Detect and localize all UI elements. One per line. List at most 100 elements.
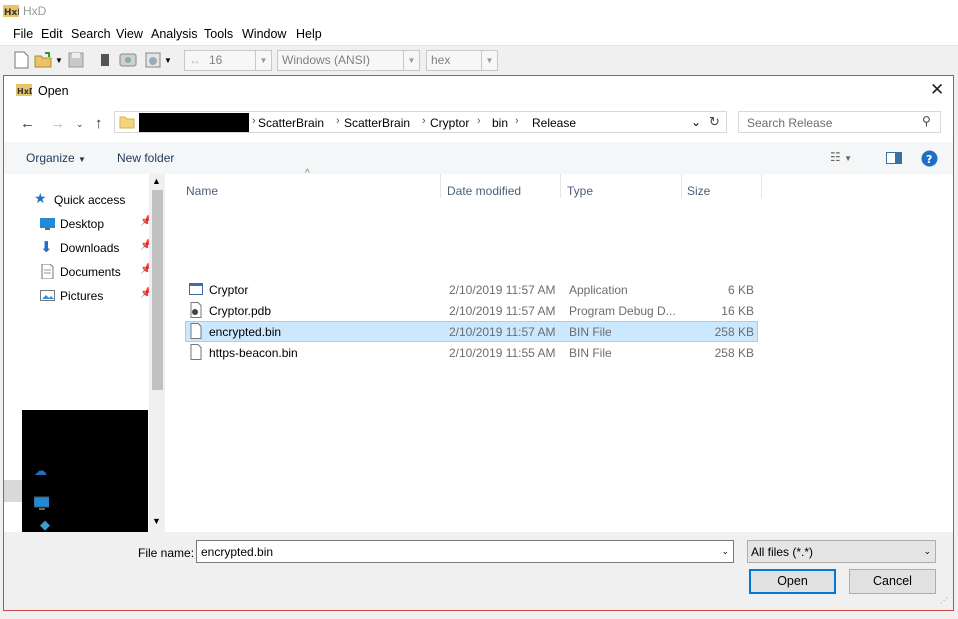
offset-base-select[interactable]: hex ▼: [426, 50, 498, 71]
pictures-icon: [40, 290, 55, 301]
open-button[interactable]: Open: [749, 569, 836, 594]
organize-button[interactable]: Organize ▼: [26, 151, 86, 165]
breadcrumb-item[interactable]: ScatterBrain: [258, 116, 324, 130]
app-title: HxD: [23, 4, 47, 18]
column-date[interactable]: Date modified: [447, 184, 521, 198]
recent-chevron-icon[interactable]: ⌄: [76, 119, 84, 130]
memory-dropdown-icon[interactable]: ▼: [164, 56, 172, 65]
search-placeholder: Search Release: [747, 116, 833, 130]
bytes-per-row-select[interactable]: ↔ 16 ▼: [184, 50, 272, 71]
back-icon[interactable]: ←: [20, 115, 35, 132]
menu-window[interactable]: Window: [242, 27, 286, 41]
toolbar: ▼ ▼ ↔ 16 ▼ Windows (ANSI) ▼ hex ▼: [0, 46, 958, 74]
breadcrumb-item[interactable]: ScatterBrain: [344, 116, 410, 130]
svg-text:HxD: HxD: [4, 8, 19, 18]
column-size[interactable]: Size: [687, 184, 710, 198]
file-date: 2/10/2019 11:57 AM: [449, 325, 556, 339]
search-input[interactable]: Search Release ⚲: [738, 111, 941, 133]
application-icon: [189, 283, 203, 295]
file-name: Cryptor: [209, 283, 249, 297]
file-type: BIN File: [569, 346, 612, 360]
chevron-down-icon: ▼: [78, 155, 86, 164]
bytes-per-row-value: 16: [209, 53, 223, 67]
column-separator[interactable]: [440, 174, 441, 198]
open-memory-icon[interactable]: [143, 50, 163, 70]
star-icon: ★: [34, 190, 47, 206]
column-type[interactable]: Type: [567, 184, 593, 198]
address-dropdown-icon[interactable]: ⌄: [691, 115, 701, 129]
organize-label: Organize: [26, 151, 75, 165]
new-folder-button[interactable]: New folder: [117, 151, 174, 165]
file-type: Application: [569, 283, 628, 297]
open-dropdown-icon[interactable]: ▼: [55, 56, 63, 65]
file-type: Program Debug D...: [569, 304, 676, 318]
desktop-icon: [40, 218, 55, 230]
breadcrumb-item-current[interactable]: Release: [532, 116, 576, 130]
preview-pane-icon[interactable]: [886, 152, 902, 164]
charset-value: Windows (ANSI): [282, 53, 371, 67]
file-date: 2/10/2019 11:57 AM: [449, 283, 556, 297]
nav-label: Quick access: [54, 193, 126, 207]
help-icon[interactable]: ?: [921, 150, 938, 167]
file-row[interactable]: Cryptor.pdb 2/10/2019 11:57 AM Program D…: [185, 300, 758, 321]
up-icon[interactable]: ↑: [95, 115, 103, 132]
menu-view[interactable]: View: [116, 27, 143, 41]
column-name[interactable]: Name: [186, 184, 218, 198]
file-size: 258 KB: [714, 346, 754, 360]
chevron-down-icon: ▼: [403, 51, 419, 70]
offset-base-value: hex: [431, 53, 451, 67]
forward-icon[interactable]: →: [50, 115, 65, 132]
column-separator[interactable]: [681, 174, 682, 198]
open-disk-icon[interactable]: [118, 50, 138, 70]
file-name: Cryptor.pdb: [209, 304, 272, 318]
file-type-filter[interactable]: All files (*.*) ⌄: [747, 540, 936, 563]
computer-icon: [34, 496, 49, 510]
hxd-logo-icon: HxD: [3, 5, 19, 18]
file-row-selected[interactable]: encrypted.bin 2/10/2019 11:57 AM BIN Fil…: [185, 321, 758, 342]
file-name-input[interactable]: encrypted.bin ⌄: [196, 540, 734, 563]
scroll-down-icon[interactable]: ▼: [152, 516, 161, 526]
menu-search[interactable]: Search: [71, 27, 111, 41]
scroll-thumb[interactable]: [152, 190, 163, 390]
chevron-down-icon[interactable]: ⌄: [721, 546, 729, 557]
scroll-up-icon[interactable]: ▲: [152, 176, 161, 186]
close-icon[interactable]: ✕: [930, 80, 944, 100]
column-separator[interactable]: [761, 174, 762, 198]
file-row[interactable]: https-beacon.bin 2/10/2019 11:55 AM BIN …: [185, 342, 758, 363]
breadcrumb-separator-icon: ›: [422, 115, 426, 127]
menu-file[interactable]: File: [13, 27, 33, 41]
cancel-button[interactable]: Cancel: [849, 569, 936, 594]
menu-help[interactable]: Help: [296, 27, 322, 41]
menu-edit[interactable]: Edit: [41, 27, 63, 41]
save-icon[interactable]: [67, 50, 87, 70]
breadcrumb-item[interactable]: Cryptor: [430, 116, 469, 130]
search-icon: ⚲: [922, 114, 931, 128]
breadcrumb-item[interactable]: bin: [492, 116, 508, 130]
file-name-label: File name:: [138, 546, 195, 560]
new-file-icon[interactable]: [12, 50, 32, 70]
view-options-icon[interactable]: ☷ ▼: [830, 150, 852, 164]
open-folder-icon[interactable]: [33, 50, 53, 70]
chevron-down-icon: ⌄: [923, 546, 931, 556]
redacted-path: [139, 113, 249, 132]
open-dialog: HxD Open ✕ ← → ⌄ ↑ › ScatterBrain › Scat…: [3, 75, 954, 611]
breadcrumb-separator-icon: ›: [477, 115, 481, 127]
dialog-footer: File name: encrypted.bin ⌄ All files (*.…: [4, 532, 953, 610]
cube-icon: ◆: [40, 517, 50, 532]
command-bar: Organize ▼ New folder ☷ ▼ ?: [4, 142, 953, 174]
column-separator[interactable]: [560, 174, 561, 198]
file-row[interactable]: Cryptor 2/10/2019 11:57 AM Application 6…: [185, 279, 758, 300]
resize-grip-icon[interactable]: ⋰: [940, 596, 948, 605]
address-bar[interactable]: › ScatterBrain › ScatterBrain › Cryptor …: [114, 111, 727, 133]
refresh-icon[interactable]: ↻: [709, 114, 720, 130]
folder-icon: [119, 116, 135, 129]
file-icon: [190, 323, 202, 339]
ram-icon[interactable]: [98, 50, 118, 70]
menu-analysis[interactable]: Analysis: [151, 27, 198, 41]
charset-select[interactable]: Windows (ANSI) ▼: [277, 50, 420, 71]
file-list: ^ Name Date modified Type Size Cryptor 2…: [165, 168, 953, 532]
dialog-title: Open: [38, 84, 69, 98]
nav-scrollbar[interactable]: ▲ ▼: [149, 174, 165, 532]
downloads-icon: ⬇: [40, 239, 53, 256]
menu-tools[interactable]: Tools: [204, 27, 233, 41]
